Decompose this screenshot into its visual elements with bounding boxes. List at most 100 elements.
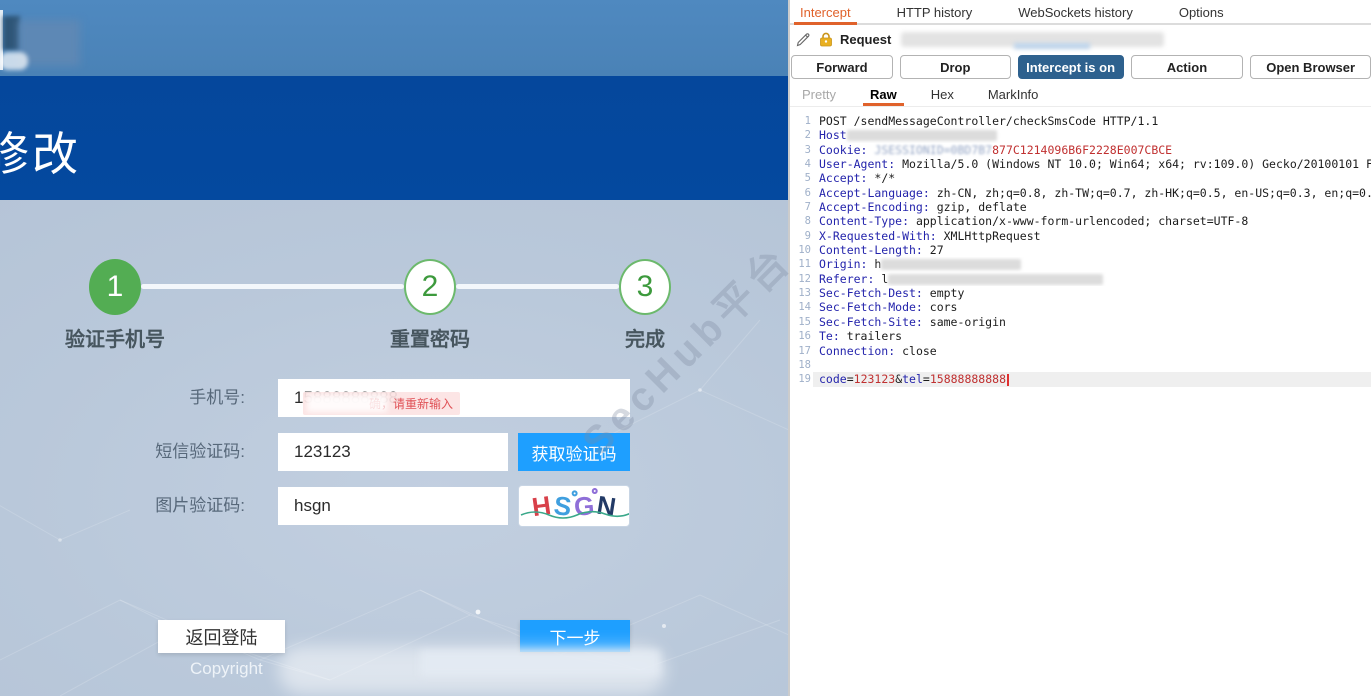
request-info-row: Request bbox=[790, 25, 1371, 54]
site-logo-redacted bbox=[0, 52, 28, 70]
http-line-10[interactable]: 10Content-Length: 27 bbox=[790, 243, 1371, 257]
raw-request-editor[interactable]: 1POST /sendMessageController/checkSmsCod… bbox=[790, 114, 1371, 696]
step-circle-1: 1 bbox=[89, 259, 141, 315]
text-segment: empty bbox=[930, 286, 965, 300]
view-tab-markinfo[interactable]: MarkInfo bbox=[981, 84, 1046, 106]
http-line-3[interactable]: 3Cookie: JSESSIONID=0BD7B7877C1214096B6F… bbox=[790, 143, 1371, 157]
redaction-blur bbox=[847, 130, 997, 141]
http-line-6[interactable]: 6Accept-Language: zh-CN, zh;q=0.8, zh-TW… bbox=[790, 186, 1371, 200]
get-sms-code-button[interactable]: 获取验证码 bbox=[518, 433, 630, 471]
header-name: Sec-Fetch-Dest: bbox=[819, 286, 930, 300]
http-line-9[interactable]: 9X-Requested-With: XMLHttpRequest bbox=[790, 229, 1371, 243]
captcha-label: 图片验证码: bbox=[45, 487, 245, 525]
step-connector bbox=[141, 284, 404, 289]
action-button[interactable]: Action bbox=[1131, 55, 1244, 79]
line-number: 10 bbox=[790, 243, 813, 257]
http-line-text: Origin: h bbox=[813, 257, 1371, 271]
header-name: Host bbox=[819, 128, 847, 142]
http-line-text: Accept-Encoding: gzip, deflate bbox=[813, 200, 1371, 214]
redaction-blur bbox=[307, 395, 387, 412]
line-number: 12 bbox=[790, 272, 813, 286]
step-connector bbox=[456, 284, 619, 289]
phone-error-toast: 确，请重新输入 bbox=[303, 392, 460, 415]
line-number: 9 bbox=[790, 229, 813, 243]
red-value: 877C1214096B6F2228E007CBCE bbox=[992, 143, 1172, 157]
intercept-action-row: Forward Drop Intercept is on ActionOpen Bro… bbox=[790, 54, 1371, 84]
http-line-4[interactable]: 4User-Agent: Mozilla/5.0 (Windows NT 10.… bbox=[790, 157, 1371, 171]
sms-code-input[interactable] bbox=[278, 433, 508, 471]
request-label: Request bbox=[840, 32, 891, 47]
intercept-is-on-button[interactable]: Intercept is on bbox=[1018, 55, 1124, 79]
http-line-18[interactable]: 18 bbox=[790, 358, 1371, 372]
http-line-5[interactable]: 5Accept: */* bbox=[790, 171, 1371, 185]
text-segment: trailers bbox=[847, 329, 902, 343]
burp-tab-intercept[interactable]: Intercept bbox=[794, 0, 857, 25]
step-label-2: 重置密码 bbox=[330, 323, 530, 352]
burp-tab-options[interactable]: Options bbox=[1173, 0, 1230, 25]
http-line-12[interactable]: 12Referer: l bbox=[790, 272, 1371, 286]
redaction-blur bbox=[888, 274, 1103, 285]
line-number: 1 bbox=[790, 114, 813, 128]
header-name: Sec-Fetch-Mode: bbox=[819, 300, 930, 314]
http-line-text: Sec-Fetch-Mode: cors bbox=[813, 300, 1371, 314]
page-title: 修改 bbox=[0, 118, 81, 184]
header-name: Accept-Encoding: bbox=[819, 200, 937, 214]
password-reset-page: 修改 bbox=[0, 0, 789, 696]
step-label-1: 验证手机号 bbox=[15, 323, 215, 352]
line-number: 5 bbox=[790, 171, 813, 185]
view-tab-pretty[interactable]: Pretty bbox=[795, 84, 843, 106]
line-number: 6 bbox=[790, 186, 813, 200]
page-topbar bbox=[0, 0, 789, 76]
burp-tab-websockets-history[interactable]: WebSockets history bbox=[1012, 0, 1139, 25]
forward-button[interactable]: Forward bbox=[791, 55, 893, 79]
http-line-text: Connection: close bbox=[813, 344, 1371, 358]
http-line-2[interactable]: 2Host bbox=[790, 128, 1371, 142]
http-line-17[interactable]: 17Connection: close bbox=[790, 344, 1371, 358]
text-segment: same-origin bbox=[930, 315, 1006, 329]
http-line-19[interactable]: 19code=123123&tel=15888888888 bbox=[790, 372, 1371, 386]
http-line-text: X-Requested-With: XMLHttpRequest bbox=[813, 229, 1371, 243]
http-line-13[interactable]: 13 Sec-Fetch-Dest: empty bbox=[790, 286, 1371, 300]
http-line-text: Te: trailers bbox=[813, 329, 1371, 343]
view-tab-raw[interactable]: Raw bbox=[863, 84, 904, 106]
line-number: 17 bbox=[790, 344, 813, 358]
line-number: 8 bbox=[790, 214, 813, 228]
line-number: 15 bbox=[790, 315, 813, 329]
http-line-text: Content-Type: application/x-www-form-url… bbox=[813, 214, 1371, 228]
drop-button[interactable]: Drop bbox=[900, 55, 1011, 79]
view-tab-hex[interactable]: Hex bbox=[924, 84, 961, 106]
http-line-7[interactable]: 7Accept-Encoding: gzip, deflate bbox=[790, 200, 1371, 214]
http-line-15[interactable]: 15 Sec-Fetch-Site: same-origin bbox=[790, 315, 1371, 329]
header-name: Referer: bbox=[819, 272, 881, 286]
http-line-text: Content-Length: 27 bbox=[813, 243, 1371, 257]
burp-intercept-panel: Intercept HTTP history WebSockets history O… bbox=[790, 0, 1371, 696]
http-line-8[interactable]: 8Content-Type: application/x-www-form-ur… bbox=[790, 214, 1371, 228]
line-number: 13 bbox=[790, 286, 813, 300]
http-line-text: Referer: l bbox=[813, 272, 1371, 286]
redaction-blur bbox=[881, 259, 1021, 270]
header-name: Cookie: bbox=[819, 143, 874, 157]
back-to-login-button[interactable]: 返回登陆 bbox=[158, 620, 285, 653]
http-line-text: POST /sendMessageController/checkSmsCode… bbox=[813, 114, 1371, 128]
step-circle-2: 2 bbox=[404, 259, 456, 315]
http-line-16[interactable]: 16Te: trailers bbox=[790, 329, 1371, 343]
phone-label: 手机号: bbox=[45, 379, 245, 417]
screen: 修改 bbox=[0, 0, 1371, 696]
line-number: 16 bbox=[790, 329, 813, 343]
header-name: Accept-Language: bbox=[819, 186, 937, 200]
captcha-input[interactable] bbox=[278, 487, 508, 525]
text-segment: JSESSIONID=0BD7B7 bbox=[874, 143, 992, 157]
line-number: 14 bbox=[790, 300, 813, 314]
burp-tab-http-history[interactable]: HTTP history bbox=[891, 0, 979, 25]
sms-code-label: 短信验证码: bbox=[45, 433, 245, 471]
text-segment: l bbox=[881, 272, 888, 286]
http-line-1[interactable]: 1POST /sendMessageController/checkSmsCod… bbox=[790, 114, 1371, 128]
http-line-11[interactable]: 11Origin: h bbox=[790, 257, 1371, 271]
pencil-edit-icon[interactable] bbox=[795, 31, 812, 48]
http-line-14[interactable]: 14Sec-Fetch-Mode: cors bbox=[790, 300, 1371, 314]
copyright-text: Copyright bbox=[190, 659, 263, 679]
header-name: tel bbox=[902, 372, 923, 386]
captcha-image[interactable]: HSGN bbox=[518, 485, 630, 527]
header-name: Sec-Fetch-Site: bbox=[819, 315, 930, 329]
open-browser-button[interactable]: Open Browser bbox=[1250, 55, 1371, 79]
